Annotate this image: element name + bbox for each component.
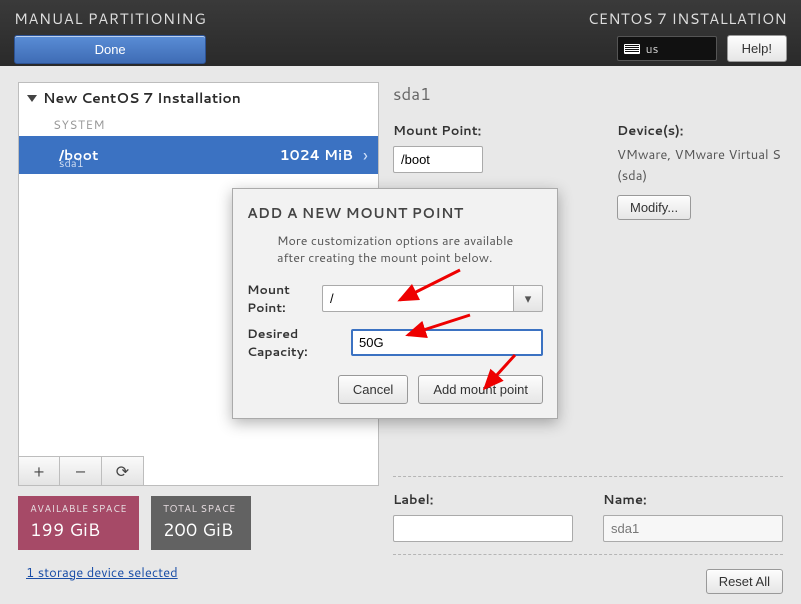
mount-point-label: Mount Point: bbox=[393, 122, 593, 140]
dialog-capacity-label: Desired Capacity: bbox=[247, 325, 351, 361]
total-space-value: 200 GiB bbox=[163, 516, 239, 542]
label-label: Label: bbox=[393, 491, 573, 509]
tree-root-label: New CentOS 7 Installation bbox=[43, 88, 241, 108]
dialog-mount-point-label: Mount Point: bbox=[247, 281, 322, 317]
done-button[interactable]: Done bbox=[14, 35, 206, 64]
dialog-mount-point-input[interactable] bbox=[322, 285, 513, 312]
dialog-capacity-input[interactable] bbox=[351, 329, 543, 356]
expand-icon bbox=[27, 95, 37, 102]
dialog-title: ADD A NEW MOUNT POINT bbox=[247, 203, 543, 223]
storage-devices-link[interactable]: 1 storage device selected bbox=[26, 564, 379, 582]
modify-button[interactable]: Modify... bbox=[617, 195, 691, 220]
reload-button[interactable]: ⟳ bbox=[102, 456, 144, 486]
tree-row-boot[interactable]: /boot sda1 1024 MiB › bbox=[19, 136, 378, 174]
plus-icon: + bbox=[34, 460, 45, 483]
total-space-card: TOTAL SPACE 200 GiB bbox=[151, 496, 251, 550]
keyboard-layout-label: us bbox=[646, 40, 659, 57]
name-label: Name: bbox=[603, 491, 783, 509]
dialog-mount-point-dropdown[interactable]: ▾ bbox=[513, 285, 543, 312]
cancel-button[interactable]: Cancel bbox=[338, 375, 408, 404]
chevron-down-icon: ▾ bbox=[525, 290, 532, 308]
keyboard-icon bbox=[624, 44, 640, 54]
tree-row-size: 1024 MiB bbox=[280, 145, 353, 165]
mount-point-input[interactable] bbox=[393, 146, 483, 173]
help-button[interactable]: Help! bbox=[727, 35, 787, 62]
tree-root[interactable]: New CentOS 7 Installation bbox=[19, 83, 378, 113]
separator bbox=[393, 554, 783, 555]
device-line1: VMware, VMware Virtual S bbox=[617, 146, 781, 164]
devices-label: Device(s): bbox=[617, 122, 781, 140]
add-mount-point-button[interactable]: Add mount point bbox=[418, 375, 543, 404]
dialog-description: More customization options are available… bbox=[277, 233, 543, 267]
remove-partition-button[interactable]: – bbox=[60, 456, 102, 486]
reload-icon: ⟳ bbox=[116, 460, 129, 483]
keyboard-layout-indicator[interactable]: us bbox=[617, 36, 717, 61]
available-space-label: AVAILABLE SPACE bbox=[30, 502, 127, 516]
page-title: MANUAL PARTITIONING bbox=[14, 8, 206, 29]
installation-name: CENTOS 7 INSTALLATION bbox=[588, 8, 787, 29]
total-space-label: TOTAL SPACE bbox=[163, 502, 239, 516]
label-input[interactable] bbox=[393, 515, 573, 542]
reset-all-button[interactable]: Reset All bbox=[706, 569, 783, 594]
available-space-card: AVAILABLE SPACE 199 GiB bbox=[18, 496, 139, 550]
add-mount-point-dialog: ADD A NEW MOUNT POINT More customization… bbox=[232, 188, 558, 419]
available-space-value: 199 GiB bbox=[30, 516, 127, 542]
minus-icon: – bbox=[76, 460, 85, 483]
tree-section: SYSTEM bbox=[19, 113, 378, 136]
add-partition-button[interactable]: + bbox=[18, 456, 60, 486]
device-title: sda1 bbox=[393, 82, 783, 106]
tree-row-device: sda1 bbox=[59, 155, 84, 171]
chevron-right-icon: › bbox=[363, 142, 368, 168]
name-input[interactable] bbox=[603, 515, 783, 542]
device-line2: (sda) bbox=[617, 167, 781, 185]
